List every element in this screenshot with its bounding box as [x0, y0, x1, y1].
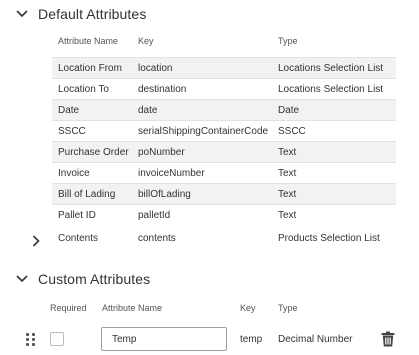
section-title: Default Attributes [38, 6, 147, 22]
required-checkbox[interactable] [50, 332, 64, 346]
section-title: Custom Attributes [38, 271, 151, 287]
attribute-name: Bill of Lading [58, 189, 116, 200]
table-row: Pallet ID palletId Text [52, 204, 396, 225]
attribute-name: Location From [58, 63, 122, 74]
table-row: Bill of Lading billOfLading Text [52, 183, 396, 204]
table-row: Purchase Order poNumber Text [52, 141, 396, 162]
attribute-type: Date [278, 105, 300, 116]
attribute-type: Text [278, 210, 297, 221]
table-row: Invoice invoiceNumber Text [52, 162, 396, 183]
custom-attribute-type: Decimal Number [278, 334, 353, 345]
attribute-name: Date [58, 105, 80, 116]
custom-attribute-key: temp [240, 334, 263, 345]
table-row: Location To destination Locations Select… [52, 78, 396, 99]
chevron-down-icon[interactable] [10, 267, 34, 291]
column-header-attribute-name: Attribute Name [102, 303, 163, 313]
table-row-expandable[interactable]: Contents contents Products Selection Lis… [52, 228, 396, 254]
attribute-name: Location To [58, 84, 109, 95]
attribute-name: Purchase Order [58, 147, 129, 158]
attribute-key: date [138, 105, 158, 116]
table-row: SSCC serialShippingContainerCode SSCC [52, 120, 396, 141]
chevron-right-icon[interactable] [28, 233, 44, 249]
attribute-key: poNumber [138, 147, 185, 158]
attribute-type: Text [278, 189, 297, 200]
attribute-key: billOfLading [138, 189, 191, 200]
attribute-type: SSCC [278, 126, 306, 137]
column-header-key: Key [240, 303, 256, 313]
custom-attributes-header[interactable]: Custom Attributes [0, 267, 150, 291]
attribute-type: Products Selection List [278, 233, 380, 244]
default-attributes-header[interactable]: Default Attributes [0, 2, 146, 26]
table-row: Location From location Locations Selecti… [52, 57, 396, 78]
column-header-type: Type [278, 36, 298, 46]
attribute-type: Text [278, 147, 297, 158]
column-header-attribute-name: Attribute Name [58, 36, 119, 46]
chevron-down-icon[interactable] [10, 2, 34, 26]
attribute-name: Pallet ID [58, 210, 96, 221]
attribute-key: destination [138, 84, 187, 95]
attribute-key: contents [138, 233, 176, 244]
table-row: Date date Date [52, 99, 396, 120]
column-header-key: Key [138, 36, 154, 46]
attribute-type: Locations Selection List [278, 63, 384, 74]
attribute-key: palletId [138, 210, 171, 221]
drag-handle-icon[interactable] [26, 331, 38, 347]
attribute-type: Text [278, 168, 297, 179]
attribute-key: invoiceNumber [138, 168, 205, 179]
column-header-required: Required [50, 303, 87, 313]
trash-icon[interactable] [381, 331, 395, 347]
attribute-type: Locations Selection List [278, 84, 384, 95]
column-header-type: Type [278, 303, 298, 313]
attribute-key: location [138, 63, 173, 74]
attribute-name: Invoice [58, 168, 90, 179]
attribute-name-input[interactable] [101, 327, 227, 351]
attribute-key: serialShippingContainerCode [138, 126, 269, 137]
attribute-name: Contents [58, 233, 99, 244]
attribute-name: SSCC [58, 126, 86, 137]
